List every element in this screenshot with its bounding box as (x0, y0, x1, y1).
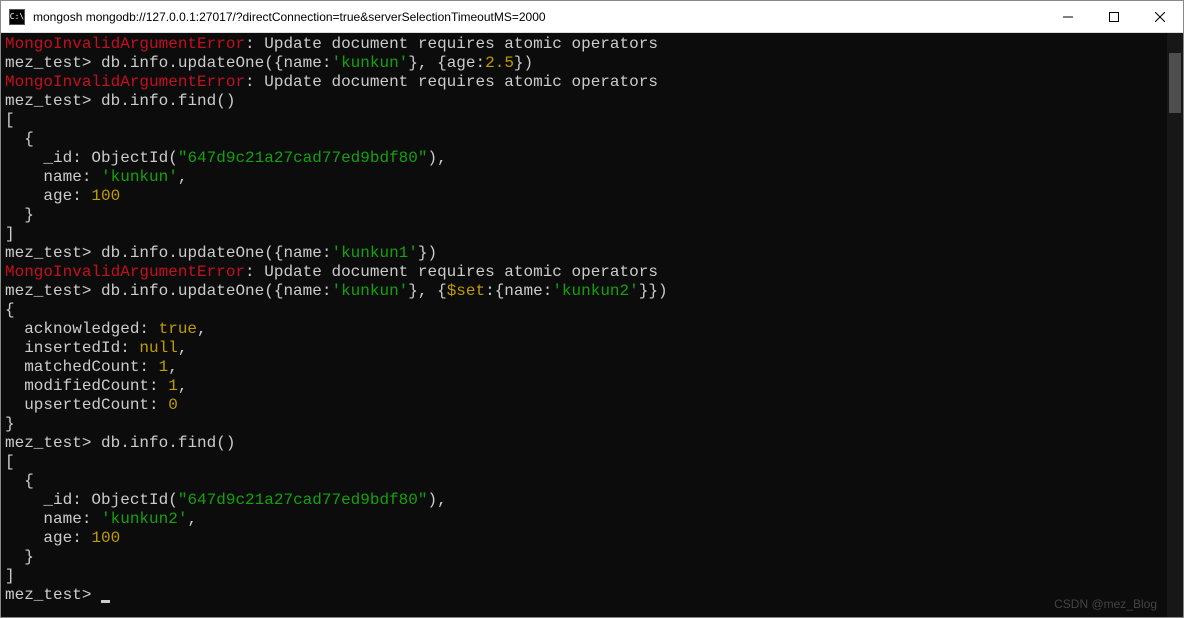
prompt: mez_test> (5, 282, 91, 300)
bool-val: true (159, 320, 197, 338)
ack-key: acknowledged: (5, 320, 159, 338)
key: name (283, 282, 321, 300)
brace: { (5, 472, 34, 490)
fn: ObjectId( (91, 149, 177, 167)
number-val: 100 (91, 187, 120, 205)
minimize-icon (1063, 12, 1073, 22)
string-val: 'kunkun' (331, 54, 408, 72)
watermark: CSDN @mez_Blog (1054, 597, 1157, 611)
cmd-text: db.info.updateOne({ (91, 244, 283, 262)
colon: : (476, 54, 486, 72)
fn: ObjectId( (91, 491, 177, 509)
colon: : (543, 282, 553, 300)
id-key: _id: (5, 491, 91, 509)
string-val: "647d9c21a27cad77ed9bdf80" (178, 491, 428, 509)
maximize-button[interactable] (1091, 1, 1137, 32)
window-title: mongosh mongodb://127.0.0.1:27017/?direc… (33, 10, 1045, 24)
number-val: 1 (159, 358, 169, 376)
string-val: 'kunkun1' (331, 244, 417, 262)
cmd-text: }) (418, 244, 437, 262)
name-key: name: (5, 510, 101, 528)
cmd-text: db.info.updateOne({ (91, 282, 283, 300)
brace: } (5, 415, 15, 433)
cmd-text: }) (514, 54, 533, 72)
cmd-text: }}) (639, 282, 668, 300)
titlebar[interactable]: C:\ mongosh mongodb://127.0.0.1:27017/?d… (1, 1, 1183, 33)
number-val: 0 (168, 396, 178, 414)
cmd-text: db.info.updateOne({ (91, 54, 283, 72)
error-msg: : Update document requires atomic operat… (245, 263, 658, 281)
prompt: mez_test> (5, 54, 91, 72)
maximize-icon (1109, 12, 1119, 22)
comma: , (178, 339, 188, 357)
terminal-window: C:\ mongosh mongodb://127.0.0.1:27017/?d… (0, 0, 1184, 618)
error-msg: : Update document requires atomic operat… (245, 73, 658, 91)
age-key: age: (5, 187, 91, 205)
age-key: age: (5, 529, 91, 547)
number-val: 100 (91, 529, 120, 547)
comma: , (197, 320, 207, 338)
cmd-text: :{ (485, 282, 504, 300)
match-key: matchedCount: (5, 358, 159, 376)
string-val: 'kunkun' (101, 168, 178, 186)
terminal-output[interactable]: MongoInvalidArgumentError: Update docume… (1, 33, 1167, 617)
close: ), (427, 149, 446, 167)
cmd-text: }, { (408, 282, 446, 300)
terminal-wrapper: MongoInvalidArgumentError: Update docume… (1, 33, 1183, 617)
comma: , (178, 377, 188, 395)
close-button[interactable] (1137, 1, 1183, 32)
comma: , (187, 510, 197, 528)
error-text: MongoInvalidArgumentError (5, 35, 245, 53)
key: name (283, 244, 321, 262)
error-text: MongoInvalidArgumentError (5, 73, 245, 91)
cmd-text: }, { (408, 54, 446, 72)
operator: $set (447, 282, 485, 300)
bracket: ] (5, 567, 15, 585)
string-val: 'kunkun2' (552, 282, 638, 300)
window-controls (1045, 1, 1183, 32)
prompt: mez_test> (5, 434, 91, 452)
space (91, 586, 101, 604)
cmd-text: db.info.find() (91, 434, 235, 452)
string-val: "647d9c21a27cad77ed9bdf80" (178, 149, 428, 167)
string-val: 'kunkun' (331, 282, 408, 300)
key: age (447, 54, 476, 72)
brace: { (5, 130, 34, 148)
comma: , (178, 168, 188, 186)
string-val: 'kunkun2' (101, 510, 187, 528)
brace: } (5, 206, 34, 224)
prompt: mez_test> (5, 586, 91, 604)
bracket: [ (5, 111, 15, 129)
number-val: 2.5 (485, 54, 514, 72)
scrollbar[interactable] (1167, 33, 1183, 617)
close-icon (1155, 12, 1165, 22)
comma: , (168, 358, 178, 376)
name-key: name: (5, 168, 101, 186)
cursor (101, 600, 110, 603)
brace: { (5, 301, 15, 319)
prompt: mez_test> (5, 244, 91, 262)
minimize-button[interactable] (1045, 1, 1091, 32)
null-val: null (139, 339, 177, 357)
bracket: [ (5, 453, 15, 471)
mod-key: modifiedCount: (5, 377, 168, 395)
key: name (283, 54, 321, 72)
error-msg: : Update document requires atomic operat… (245, 35, 658, 53)
scrollbar-thumb[interactable] (1169, 53, 1181, 113)
ins-key: insertedId: (5, 339, 139, 357)
brace: } (5, 548, 34, 566)
error-text: MongoInvalidArgumentError (5, 263, 245, 281)
prompt: mez_test> (5, 92, 91, 110)
number-val: 1 (168, 377, 178, 395)
ups-key: upsertedCount: (5, 396, 168, 414)
id-key: _id: (5, 149, 91, 167)
cmd-icon: C:\ (9, 9, 25, 25)
bracket: ] (5, 225, 15, 243)
close: ), (427, 491, 446, 509)
key: name (504, 282, 542, 300)
cmd-text: db.info.find() (91, 92, 235, 110)
